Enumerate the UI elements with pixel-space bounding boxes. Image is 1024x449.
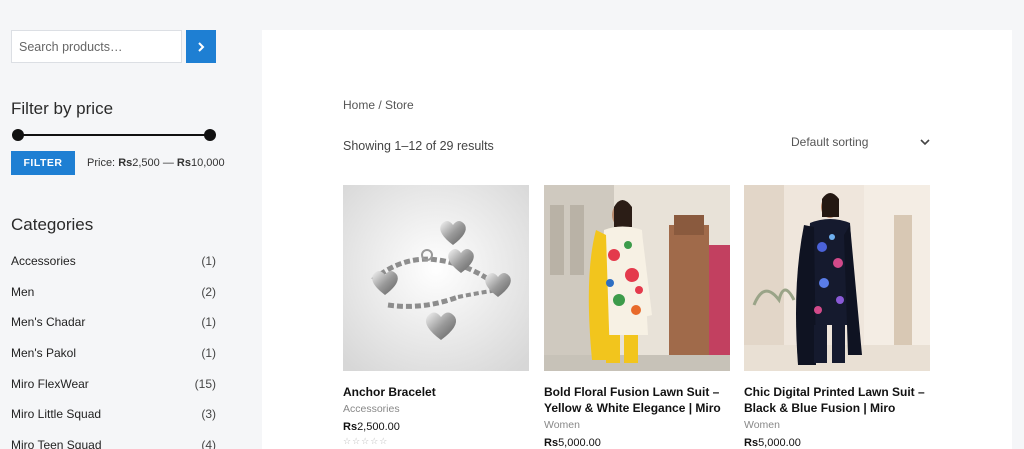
category-count: (1): [201, 315, 216, 330]
category-item[interactable]: Miro Teen Squad (4): [11, 438, 216, 449]
breadcrumb-home-link[interactable]: Home: [343, 98, 375, 112]
category-label: Accessories: [11, 254, 76, 268]
product-title[interactable]: Bold Floral Fusion Lawn Suit – Yellow & …: [544, 384, 730, 416]
max-currency: Rs: [176, 157, 191, 169]
price-slider-min-handle[interactable]: [12, 129, 24, 141]
category-label: Miro Teen Squad: [11, 438, 102, 449]
breadcrumb-current: Store: [385, 98, 414, 112]
breadcrumb-separator: /: [375, 98, 386, 112]
category-item[interactable]: Miro FlexWear (15): [11, 377, 216, 408]
product-price: Rs5,000.00: [544, 437, 730, 449]
product-image-printed-suit[interactable]: [744, 185, 930, 371]
product-card: Bold Floral Fusion Lawn Suit – Yellow & …: [544, 185, 730, 449]
price-currency: Rs: [744, 437, 759, 449]
product-title[interactable]: Anchor Bracelet: [343, 384, 529, 400]
product-category: Women: [744, 419, 780, 431]
category-count: (3): [201, 407, 216, 422]
price-filter-title: Filter by price: [11, 99, 114, 118]
category-label: Miro FlexWear: [11, 376, 89, 391]
product-category: Women: [544, 419, 580, 431]
category-count: (15): [194, 376, 216, 391]
product-title[interactable]: Chic Digital Printed Lawn Suit – Black &…: [744, 384, 930, 416]
product-card: Anchor Bracelet Accessories Rs2,500.00 ☆…: [343, 185, 529, 447]
product-price: Rs2,500.00: [343, 421, 529, 433]
product-image-floral-suit[interactable]: [544, 185, 730, 371]
sidebar: Filter by price FILTER Price: Rs2,500 — …: [0, 0, 230, 449]
filter-button[interactable]: FILTER: [11, 151, 75, 175]
category-count: (2): [201, 284, 216, 299]
price-slider-max-handle[interactable]: [204, 129, 216, 141]
price-prefix: Price:: [87, 157, 116, 169]
price-range-label: Price: Rs2,500 — Rs10,000: [87, 157, 225, 169]
max-price: 10,000: [190, 157, 225, 169]
price-currency: Rs: [343, 421, 358, 433]
category-label: Miro Little Squad: [11, 407, 102, 422]
category-count: (4): [201, 438, 216, 449]
price-value: 5,000.00: [758, 437, 801, 449]
min-currency: Rs: [118, 157, 133, 169]
shop-main: Home / Store Showing 1–12 of 29 results …: [262, 30, 1012, 449]
search-button[interactable]: [186, 30, 216, 63]
categories-title: Categories: [11, 215, 94, 234]
price-slider-track: [17, 134, 211, 136]
product-price: Rs5,000.00: [744, 437, 930, 449]
category-item[interactable]: Accessories (1): [11, 254, 216, 285]
category-count: (1): [201, 346, 216, 361]
category-label: Men's Chadar: [11, 315, 86, 330]
category-count: (1): [201, 254, 216, 268]
category-item[interactable]: Men (2): [11, 285, 216, 316]
category-label: Men: [11, 284, 35, 299]
product-search: [11, 30, 216, 63]
price-separator: —: [162, 157, 174, 169]
breadcrumb: Home / Store: [343, 98, 414, 112]
sorting-select[interactable]: Default sorting: [791, 130, 931, 154]
category-label: Men's Pakol: [11, 346, 76, 361]
category-list: Accessories (1) Men (2) Men's Chadar (1) Me…: [11, 254, 216, 449]
product-image-bracelet[interactable]: [343, 185, 529, 371]
star-rating: ☆☆☆☆☆: [343, 436, 389, 446]
category-item[interactable]: Men's Chadar (1): [11, 315, 216, 346]
sorting-selected-label: Default sorting: [791, 135, 869, 149]
product-card: Chic Digital Printed Lawn Suit – Black &…: [744, 185, 930, 449]
product-category: Accessories: [343, 403, 400, 415]
category-item[interactable]: Miro Little Squad (3): [11, 407, 216, 438]
chevron-down-icon: [920, 139, 930, 146]
result-count: Showing 1–12 of 29 results: [343, 139, 494, 153]
price-slider[interactable]: [12, 129, 216, 141]
min-price: 2,500: [132, 157, 160, 169]
price-value: 2,500.00: [357, 421, 400, 433]
price-currency: Rs: [544, 437, 559, 449]
price-value: 5,000.00: [558, 437, 601, 449]
category-item[interactable]: Men's Pakol (1): [11, 346, 216, 377]
search-input[interactable]: [11, 30, 182, 63]
chevron-right-icon: [198, 41, 205, 52]
